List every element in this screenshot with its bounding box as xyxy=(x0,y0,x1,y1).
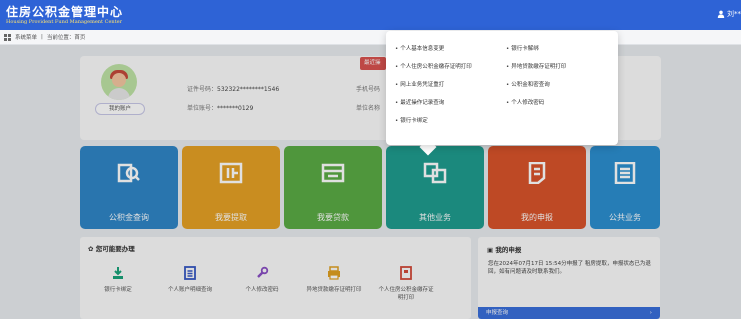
app-title: 住房公积金管理中心 xyxy=(6,5,124,19)
service-label: 银行卡绑定 xyxy=(104,287,132,293)
app-subtitle: Housing Provident Fund Management Center xyxy=(6,19,122,25)
service-change-password[interactable]: 个人修改密码 xyxy=(232,258,292,318)
phone-label: 手机号码 xyxy=(356,86,381,93)
dropdown-item[interactable]: 最近操作记录查询 xyxy=(395,98,444,106)
user-icon xyxy=(717,10,725,18)
current-location: 当前位置：首页 xyxy=(46,35,86,41)
unit-account-label: 单位账号： xyxy=(187,105,218,112)
print-icon xyxy=(328,266,340,280)
id-number-label: 证件号码： xyxy=(187,86,218,93)
service-label: 个人账户明细查询 xyxy=(167,287,212,293)
tile-my-declaration[interactable]: 我的申报 xyxy=(488,146,586,229)
unit-name-label: 单位名称 xyxy=(356,105,381,112)
chevron-right-icon: › xyxy=(649,310,652,316)
declaration-icon xyxy=(528,162,546,184)
tile-public-business[interactable]: 公共业务 xyxy=(590,146,660,229)
tile-other-business[interactable]: 其他业务 xyxy=(386,146,484,229)
unit-account-value: *******0129 xyxy=(217,105,254,112)
wrench-icon xyxy=(257,266,269,278)
star-icon: ✿ xyxy=(88,245,96,253)
dropdown-item[interactable]: 银行卡解绑 xyxy=(506,44,539,52)
service-label: 异地贷款缴存证明打印 xyxy=(306,287,362,293)
top-header: 住房公积金管理中心 Housing Provident Fund Managem… xyxy=(0,0,741,30)
declaration-query-label: 申报查询 xyxy=(486,310,509,316)
tile-label: 我要提取 xyxy=(215,213,247,222)
withdraw-icon xyxy=(219,162,243,184)
service-label: 个人修改密码 xyxy=(245,287,279,293)
public-business-icon xyxy=(614,162,636,184)
tile-fund-query[interactable]: 公积金查询 xyxy=(80,146,178,229)
service-account-detail[interactable]: 个人账户明细查询 xyxy=(160,258,220,318)
user-menu[interactable]: 刘** xyxy=(717,9,741,19)
my-account-button[interactable]: 我的账户 xyxy=(95,103,145,115)
id-number-value: 532322********1546 xyxy=(217,86,280,93)
id-number-row: 证件号码：532322********1546 xyxy=(187,84,279,93)
certificate-print-icon xyxy=(400,266,412,280)
services-title: 您可能要办理 xyxy=(95,245,135,253)
dropdown-item[interactable]: 网上业务凭证重打 xyxy=(395,80,444,88)
declaration-query-button[interactable]: 申报查询 › xyxy=(478,307,660,319)
loan-icon xyxy=(321,163,345,183)
account-detail-icon xyxy=(184,266,196,280)
unit-account-row: 单位账号：*******0129 xyxy=(187,103,253,112)
service-remote-loan-print[interactable]: 异地贷款缴存证明打印 xyxy=(304,258,364,318)
bank-card-bind-icon xyxy=(113,267,123,279)
dropdown-item[interactable]: 银行卡绑定 xyxy=(395,116,428,124)
tile-loan[interactable]: 我要贷款 xyxy=(284,146,382,229)
tile-label: 我的申报 xyxy=(521,213,553,222)
dropdown-item[interactable]: 个人住房公积金缴存证明打印 xyxy=(395,62,472,70)
dropdown-item[interactable]: 异地贷款缴存证明打印 xyxy=(506,62,566,70)
system-menu-link[interactable]: 系统菜单 xyxy=(15,33,37,41)
tile-label: 公共业务 xyxy=(609,213,641,222)
breadcrumb: 系统菜单 | 当前位置：首页 xyxy=(0,30,741,45)
menu-grid-icon[interactable] xyxy=(4,33,11,41)
search-doc-icon xyxy=(117,163,140,183)
declaration-title-row: ▣ 我的申报 xyxy=(487,244,521,254)
service-label: 个人住房公积金缴存证明打印 xyxy=(378,287,434,301)
dropdown-item[interactable]: 个人基本信息变更 xyxy=(395,44,444,52)
other-business-icon xyxy=(423,162,447,184)
tile-label: 我要贷款 xyxy=(317,213,349,222)
avatar xyxy=(101,64,137,100)
declaration-title: 我的申报 xyxy=(495,246,522,254)
user-name: 刘** xyxy=(727,10,741,18)
service-bank-card-bind[interactable]: 银行卡绑定 xyxy=(88,258,148,318)
service-deposit-certificate-print[interactable]: 个人住房公积金缴存证明打印 xyxy=(376,258,436,318)
dropdown-item[interactable]: 公积金和密查询 xyxy=(506,80,550,88)
tile-withdraw[interactable]: 我要提取 xyxy=(182,146,280,229)
declaration-message: 您在2024年07月17日 15:54分申报了 租房提取，申报状态已为退回，如有… xyxy=(488,261,651,275)
recent-ops-tag[interactable]: 最近操 xyxy=(360,57,386,70)
tile-label: 公积金查询 xyxy=(109,213,149,222)
tile-label: 其他业务 xyxy=(419,213,451,222)
separator: | xyxy=(41,34,43,40)
services-title-row: ✿ 您可能要办理 xyxy=(88,243,135,253)
dropdown-item[interactable]: 个人修改密码 xyxy=(506,98,544,106)
